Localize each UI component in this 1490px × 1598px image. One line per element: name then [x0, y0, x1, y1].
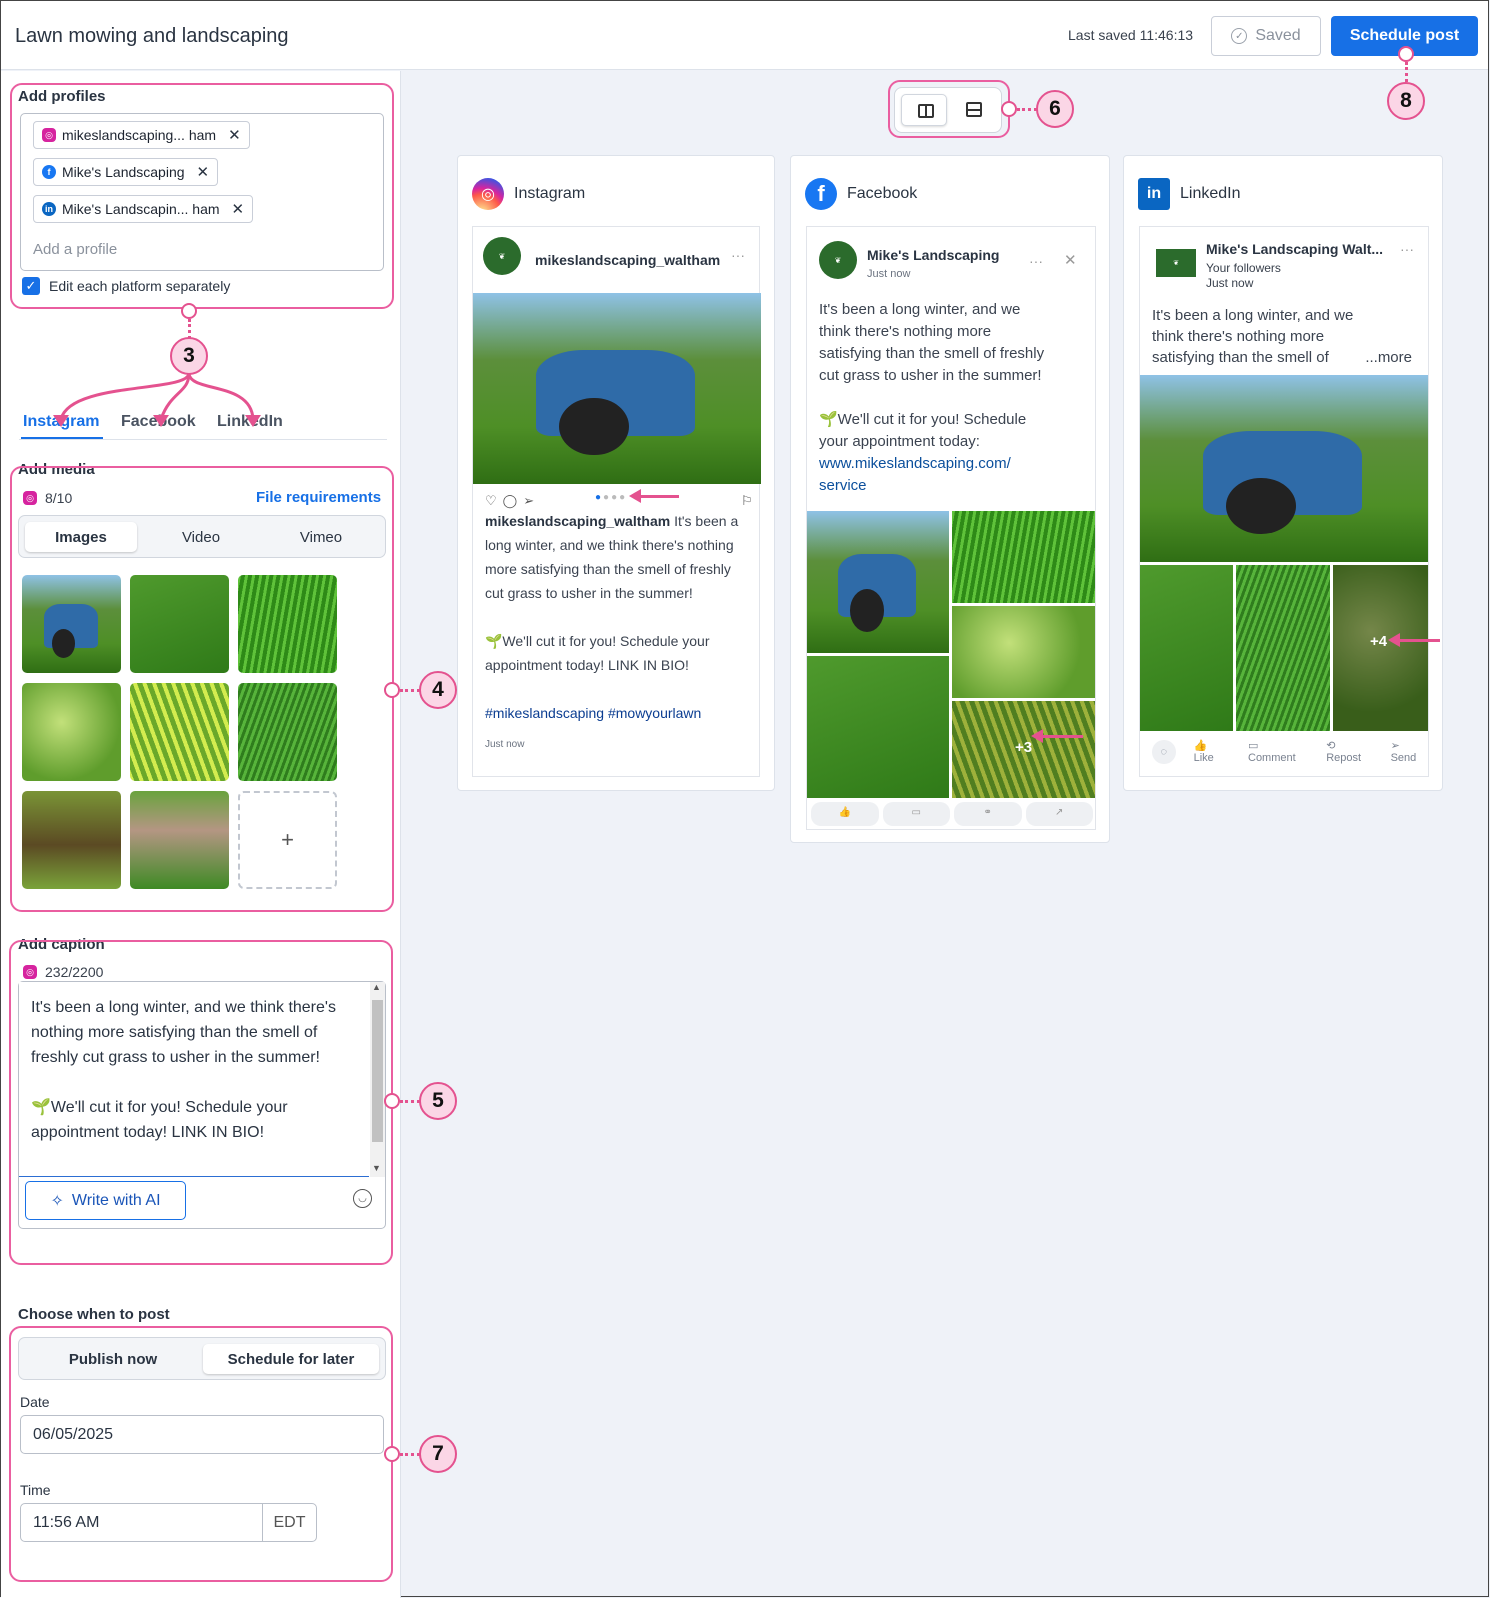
platform-name: Facebook — [847, 185, 918, 202]
post-image — [473, 293, 761, 484]
see-more-link[interactable]: ...more — [1365, 347, 1412, 368]
post-image — [952, 511, 1095, 603]
post-image — [1236, 565, 1330, 731]
heart-icon: ♡ — [485, 493, 503, 508]
instagram-preview-card: ◎ Instagram ❦ mikeslandscaping_waltham ·… — [457, 155, 775, 791]
like-icon[interactable]: 👍 — [811, 802, 879, 826]
platform-name: LinkedIn — [1180, 185, 1241, 202]
comment-action[interactable]: ▭ Comment — [1248, 739, 1308, 764]
linkedin-action-bar: ◌ 👍 Like ▭ Comment ⟲ Repost ➢ Send — [1152, 739, 1428, 764]
send-action[interactable]: ➢ Send — [1391, 739, 1428, 764]
annotation-arrow — [1031, 729, 1083, 743]
more-icon[interactable]: ··· — [1400, 241, 1414, 257]
last-saved-text: Last saved 11:46:13 — [1068, 27, 1194, 43]
top-bar: Lawn mowing and landscaping Last saved 1… — [1, 1, 1488, 70]
share-icon[interactable]: ↗ — [1025, 802, 1093, 826]
annotation-arrow — [629, 489, 679, 503]
facebook-action-bar: 👍 ▭ ⚭ ↗ — [807, 802, 1097, 826]
annotation-connector — [1017, 108, 1037, 111]
app-window: Lawn mowing and landscaping Last saved 1… — [0, 0, 1489, 1598]
annotation-anchor — [1398, 46, 1414, 62]
avatar: ❦ — [819, 241, 857, 279]
more-icon[interactable]: ··· — [1029, 253, 1043, 269]
post-time: Just now — [867, 268, 911, 280]
schedule-title: Choose when to post — [18, 1306, 170, 1323]
more-icon[interactable]: ··· — [731, 247, 745, 263]
more-images-count: +3 — [1015, 739, 1033, 756]
post-image — [807, 511, 949, 653]
annotation-badge-4: 4 — [419, 671, 457, 709]
post-caption: mikeslandscaping_waltham It's been a lon… — [485, 513, 739, 721]
linkedin-icon: in — [1138, 178, 1170, 210]
post-image — [1140, 565, 1233, 731]
close-icon[interactable]: ✕ — [1064, 251, 1077, 269]
account-name: mikeslandscaping_waltham — [535, 252, 721, 268]
account-name: Mike's Landscaping — [867, 247, 1000, 263]
annotation-anchor — [1001, 101, 1017, 117]
check-circle-icon: ✓ — [1231, 28, 1248, 44]
linkedin-post: ❦ Mike's Landscaping Walt... Your follow… — [1139, 226, 1429, 777]
linkedin-preview-header: in LinkedIn — [1138, 178, 1241, 210]
post-action-icons: ♡◯➢ — [485, 493, 540, 509]
page-title: Lawn mowing and landscaping — [15, 25, 289, 47]
audience: Your followers — [1206, 261, 1281, 275]
bookmark-icon[interactable]: ⚐ — [741, 493, 753, 509]
send-icon: ➢ — [523, 493, 541, 508]
post-time: Just now — [485, 739, 525, 750]
annotation-box-caption — [9, 940, 393, 1265]
post-text: It's been a long winter, and we think th… — [819, 301, 1045, 494]
tab-divider — [19, 439, 387, 440]
annotation-badge-8: 8 — [1387, 82, 1425, 120]
like-action[interactable]: 👍 Like — [1194, 739, 1230, 764]
annotation-box-profiles — [10, 83, 394, 309]
company-logo: ❦ — [1156, 249, 1196, 277]
post-image — [807, 656, 949, 798]
annotation-anchor — [384, 1093, 400, 1109]
annotation-badge-5: 5 — [419, 1082, 457, 1120]
annotation-arrows — [53, 372, 261, 427]
annotation-connector — [400, 1100, 420, 1103]
linkedin-preview-card: in LinkedIn ❦ Mike's Landscaping Walt...… — [1123, 155, 1443, 791]
repost-action[interactable]: ⟲ Repost — [1326, 739, 1372, 764]
post-image — [952, 606, 1095, 698]
post-image — [1140, 375, 1428, 562]
annotation-badge-3: 3 — [170, 337, 208, 375]
facebook-preview-card: f Facebook ❦ Mike's Landscaping Just now… — [790, 155, 1110, 843]
link-icon[interactable]: ⚭ — [954, 802, 1022, 826]
instagram-icon: ◎ — [472, 178, 504, 210]
comment-icon: ◯ — [502, 493, 524, 508]
carousel-dots: ●●●● — [595, 492, 628, 503]
facebook-post: ❦ Mike's Landscaping Just now ··· ✕ It's… — [806, 226, 1096, 830]
user-icon: ◌ — [1152, 739, 1176, 764]
post-text: It's been a long winter, and we think th… — [1152, 307, 1412, 368]
account-name: Mike's Landscaping Walt... — [1206, 241, 1384, 257]
annotation-connector — [400, 1453, 420, 1456]
saved-button[interactable]: ✓ Saved — [1211, 16, 1321, 56]
facebook-icon: f — [805, 178, 837, 210]
annotation-anchor — [181, 303, 197, 319]
annotation-arrow — [1388, 633, 1440, 647]
avatar: ❦ — [483, 237, 521, 275]
post-time: Just now — [1206, 276, 1254, 290]
annotation-box-view — [888, 80, 1010, 138]
facebook-preview-header: f Facebook — [805, 178, 917, 210]
annotation-connector — [400, 689, 420, 692]
annotation-box-schedule — [9, 1326, 393, 1582]
instagram-preview-header: ◎ Instagram — [472, 178, 585, 210]
annotation-connector — [188, 319, 191, 339]
annotation-connector — [1405, 62, 1408, 82]
annotation-badge-6: 6 — [1036, 90, 1074, 128]
annotation-badge-7: 7 — [419, 1435, 457, 1473]
annotation-anchor — [384, 1446, 400, 1462]
more-images-count: +4 — [1370, 633, 1388, 650]
instagram-post: ❦ mikeslandscaping_waltham ··· ♡◯➢ ●●●● … — [472, 226, 761, 777]
platform-name: Instagram — [514, 185, 586, 202]
comment-icon[interactable]: ▭ — [882, 802, 950, 826]
annotation-anchor — [384, 682, 400, 698]
saved-label: Saved — [1255, 27, 1301, 44]
annotation-box-media — [10, 466, 394, 912]
